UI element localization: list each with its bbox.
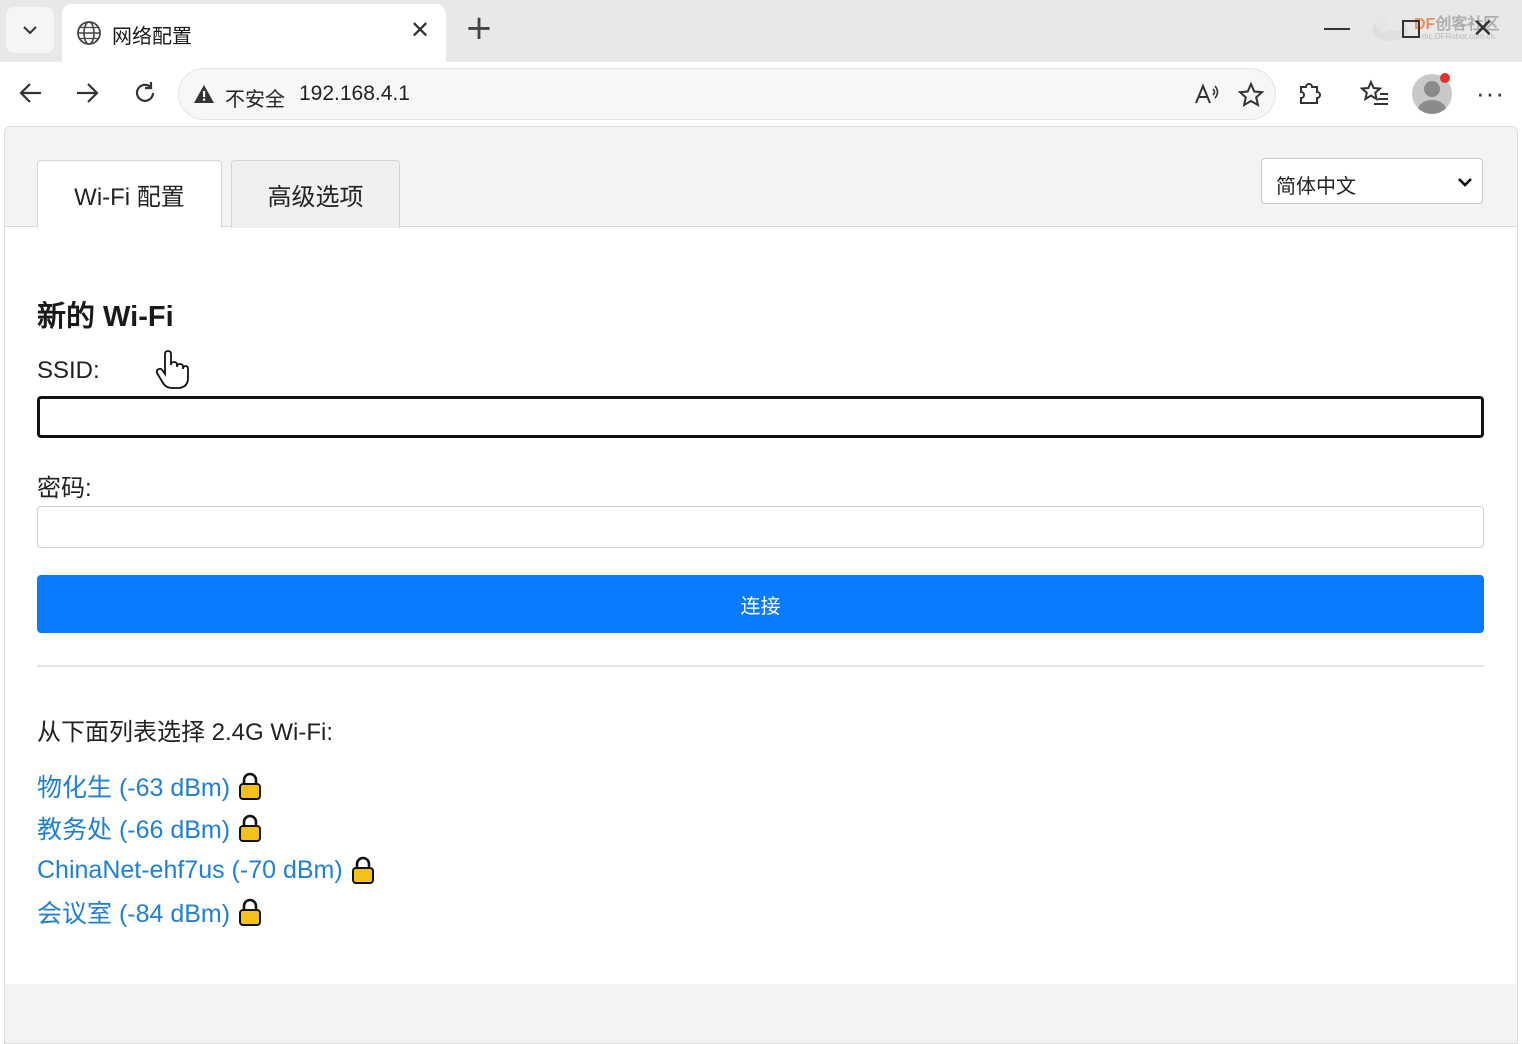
wifi-network-link[interactable]: 物化生 (-63 dBm) bbox=[37, 768, 230, 804]
more-options-button[interactable]: ··· bbox=[1476, 78, 1505, 109]
ssid-label: SSID: bbox=[37, 357, 100, 384]
back-button[interactable] bbox=[14, 76, 48, 110]
puzzle-icon bbox=[1300, 83, 1321, 104]
wifi-list-item[interactable]: 教务处 (-66 dBm) bbox=[37, 811, 262, 845]
lock-icon bbox=[239, 898, 262, 926]
tab-wifi-config[interactable]: Wi-Fi 配置 bbox=[37, 160, 222, 228]
forward-button[interactable] bbox=[70, 76, 104, 110]
tab-title: 网络配置 bbox=[112, 26, 192, 48]
warning-icon[interactable] bbox=[193, 83, 215, 105]
language-select[interactable]: 简体中文 bbox=[1261, 158, 1483, 204]
security-status-label[interactable]: 不安全 bbox=[225, 83, 285, 112]
browser-tab-bar: 网络配置 ✕ + DF创客社区 mc.DFRobot.com.cn ✕ bbox=[0, 0, 1522, 62]
favorites-list-icon bbox=[1360, 79, 1388, 105]
star-icon bbox=[1237, 81, 1265, 108]
favorites-button[interactable] bbox=[1358, 76, 1392, 110]
connect-button[interactable]: 连接 bbox=[37, 575, 1484, 633]
wifi-network-link[interactable]: ChinaNet-ehf7us (-70 dBm) bbox=[37, 856, 343, 885]
browser-tab-active[interactable]: 网络配置 ✕ bbox=[62, 4, 446, 62]
globe-icon bbox=[77, 21, 101, 45]
hand-cursor-icon bbox=[155, 350, 189, 389]
favorite-star-button[interactable] bbox=[1237, 81, 1265, 109]
wifi-network-link[interactable]: 会议室 (-84 dBm) bbox=[37, 894, 230, 930]
notification-dot bbox=[1440, 73, 1450, 83]
password-label: 密码: bbox=[37, 475, 92, 502]
tab-advanced-options[interactable]: 高级选项 bbox=[231, 160, 400, 228]
url-text[interactable]: 192.168.4.1 bbox=[299, 82, 410, 106]
arrow-left-icon bbox=[19, 83, 41, 103]
wifi-list-item[interactable]: 会议室 (-84 dBm) bbox=[37, 895, 262, 929]
web-page: Wi-Fi 配置 高级选项 简体中文 新的 Wi-Fi SSID: 密码: 连接… bbox=[4, 126, 1518, 1044]
page-footer bbox=[5, 984, 1517, 1043]
language-select-value: 简体中文 bbox=[1276, 176, 1356, 198]
wifi-list-item[interactable]: ChinaNet-ehf7us (-70 dBm) bbox=[37, 853, 375, 887]
wifi-network-link[interactable]: 教务处 (-66 dBm) bbox=[37, 810, 230, 846]
divider bbox=[37, 665, 1484, 667]
close-tab-icon[interactable]: ✕ bbox=[408, 18, 432, 44]
address-bar[interactable]: 不安全 192.168.4.1 bbox=[178, 68, 1276, 120]
read-aloud-icon bbox=[1195, 83, 1219, 104]
tab-actions-menu-button[interactable] bbox=[6, 7, 54, 53]
arrow-right-icon bbox=[77, 83, 99, 103]
minimize-button[interactable] bbox=[1324, 28, 1350, 30]
password-input[interactable] bbox=[37, 506, 1484, 548]
new-tab-button[interactable]: + bbox=[462, 11, 496, 46]
window-close-button[interactable]: ✕ bbox=[1472, 14, 1494, 44]
wifi-list-heading: 从下面列表选择 2.4G Wi-Fi: bbox=[37, 719, 334, 746]
lock-icon bbox=[351, 856, 374, 884]
lock-icon bbox=[239, 814, 262, 842]
ssid-input[interactable] bbox=[37, 396, 1484, 438]
refresh-icon bbox=[135, 82, 155, 102]
wifi-list-item[interactable]: 物化生 (-63 dBm) bbox=[37, 769, 262, 803]
chevron-down-icon bbox=[23, 26, 37, 35]
reload-button[interactable] bbox=[128, 76, 162, 110]
section-title: 新的 Wi-Fi bbox=[37, 301, 174, 333]
read-aloud-button[interactable] bbox=[1193, 81, 1221, 109]
extensions-button[interactable] bbox=[1292, 76, 1326, 110]
lock-icon bbox=[239, 772, 262, 800]
maximize-button[interactable] bbox=[1402, 20, 1420, 38]
browser-toolbar: 不安全 192.168.4.1 ··· bbox=[0, 62, 1522, 126]
chevron-down-icon bbox=[1458, 178, 1472, 187]
